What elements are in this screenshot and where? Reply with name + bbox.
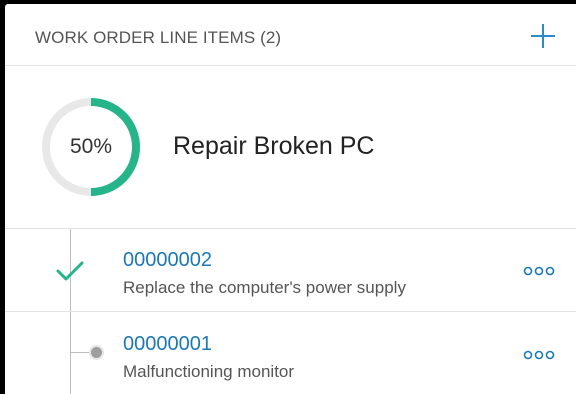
line-item-row[interactable]: 00000001 Malfunctioning monitor — [5, 313, 576, 394]
more-icon[interactable] — [522, 349, 556, 361]
line-item-row[interactable]: 00000002 Replace the computer's power su… — [5, 229, 576, 312]
line-item-description: Replace the computer's power supply — [123, 278, 406, 297]
work-order-title[interactable]: Repair Broken PC — [173, 132, 374, 161]
plus-icon[interactable] — [526, 19, 560, 53]
work-order-line-items-card: WORK ORDER LINE ITEMS (2) 50% Repair Bro… — [5, 4, 576, 394]
line-item-number[interactable]: 00000001 — [123, 333, 212, 356]
more-icon[interactable] — [522, 265, 556, 277]
check-icon — [56, 261, 84, 281]
card-header: WORK ORDER LINE ITEMS (2) — [5, 4, 576, 66]
progress-percentage: 50% — [69, 135, 113, 158]
card-header-title: WORK ORDER LINE ITEMS (2) — [35, 28, 282, 47]
line-item-number[interactable]: 00000002 — [123, 249, 212, 272]
line-item-description: Malfunctioning monitor — [123, 362, 295, 381]
dot-icon — [89, 345, 104, 360]
work-order-summary: 50% Repair Broken PC — [5, 66, 576, 229]
